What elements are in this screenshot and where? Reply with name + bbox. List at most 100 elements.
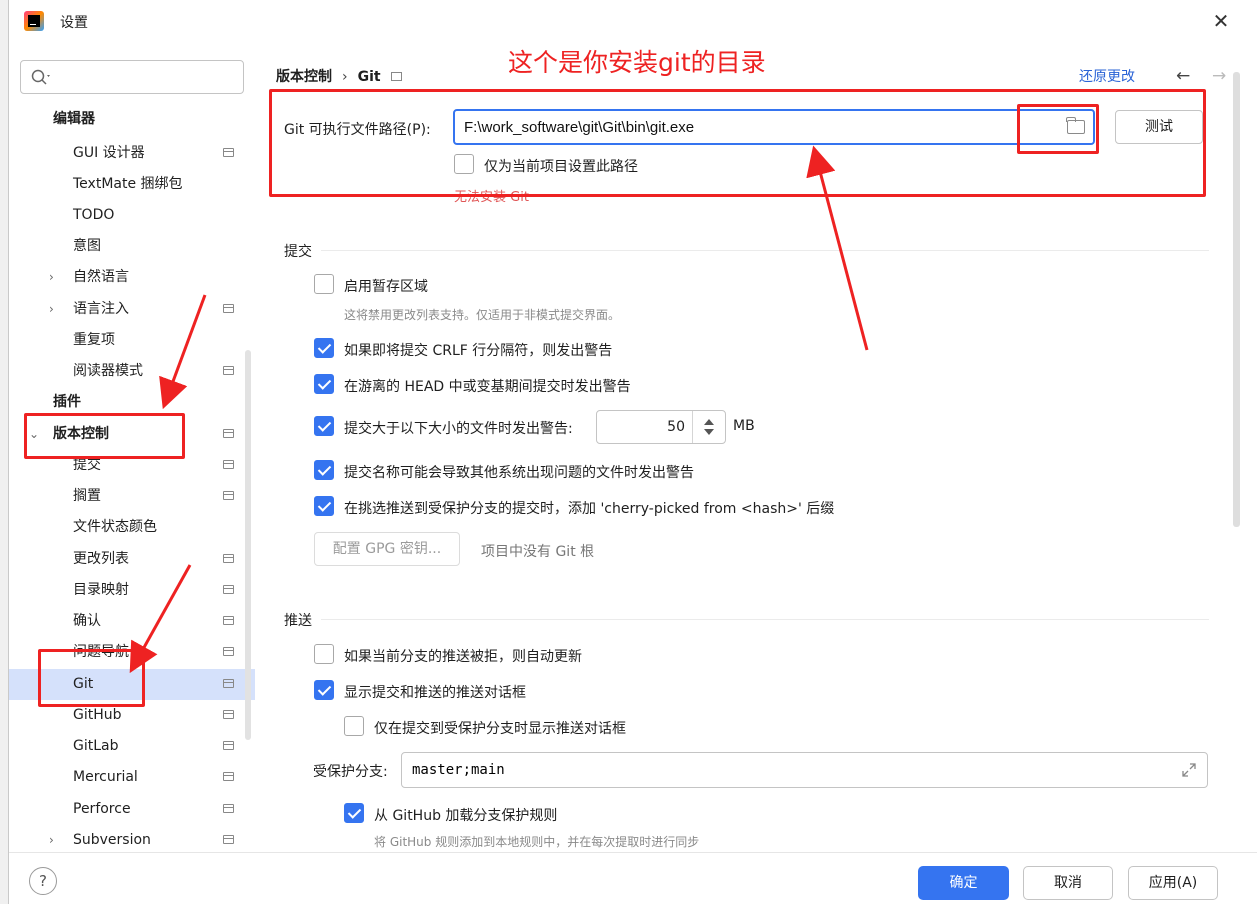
spinner-down-icon[interactable] (704, 429, 714, 435)
project-scope-icon (223, 148, 234, 157)
intellij-logo-icon (24, 11, 44, 31)
help-icon[interactable]: ? (29, 867, 57, 895)
spinner-value[interactable]: 50 (667, 419, 685, 435)
tree-item-directory-mappings[interactable]: 目录映射 (9, 575, 255, 606)
arrow-right-icon[interactable]: → (1212, 66, 1226, 86)
load-github-rules-label: 从 GitHub 加载分支保护规则 (374, 808, 558, 824)
chevron-right-icon[interactable]: › (49, 294, 54, 325)
large-file-checkbox[interactable] (314, 416, 334, 436)
settings-search-input[interactable] (61, 67, 231, 87)
git-path-field[interactable] (453, 109, 1095, 145)
tree-item-github[interactable]: GitHub (9, 700, 255, 731)
staging-area-checkbox[interactable] (314, 274, 334, 294)
project-scope-icon (223, 616, 234, 625)
project-scope-icon (223, 741, 234, 750)
push-section-title: 推送 (284, 613, 312, 629)
spinner-up-icon[interactable] (704, 419, 714, 425)
chevron-down-icon[interactable]: ⌄ (29, 419, 39, 450)
project-scope-icon (223, 554, 234, 563)
tree-item-shelf[interactable]: 搁置 (9, 481, 255, 512)
tree-item-changelists[interactable]: 更改列表 (9, 544, 255, 575)
git-path-label: Git 可执行文件路径(P): (284, 122, 431, 138)
detached-head-label: 在游离的 HEAD 中或变基期间提交时发出警告 (344, 379, 631, 395)
tree-item-gitlab[interactable]: GitLab (9, 731, 255, 762)
tree-item-mercurial[interactable]: Mercurial (9, 762, 255, 793)
spinner-arrows[interactable] (692, 411, 725, 443)
ok-button[interactable]: 确定 (918, 866, 1009, 900)
tree-item-label: 提交 (73, 457, 101, 473)
large-file-size-spinner[interactable]: 50 (596, 410, 726, 444)
auto-update-label: 如果当前分支的推送被拒，则自动更新 (344, 649, 582, 665)
configure-gpg-button[interactable]: 配置 GPG 密钥... (314, 532, 460, 566)
crlf-warning-label: 如果即将提交 CRLF 行分隔符，则发出警告 (344, 343, 613, 359)
settings-search-box[interactable] (20, 60, 244, 94)
large-file-label: 提交大于以下大小的文件时发出警告: (344, 421, 573, 437)
project-scope-icon (223, 772, 234, 781)
window-title: 设置 (60, 15, 88, 31)
close-icon[interactable]: ✕ (1210, 10, 1232, 32)
tree-item-intentions[interactable]: 意图 (9, 231, 255, 262)
breadcrumb-separator: › (342, 69, 348, 85)
tree-item-label: 重复项 (73, 332, 115, 348)
git-path-input[interactable] (464, 117, 1024, 137)
tree-item-plugins[interactable]: 插件 (9, 387, 255, 418)
tree-item-label: Mercurial (73, 769, 138, 785)
tree-item-todo[interactable]: TODO (9, 200, 255, 231)
project-scope-icon (223, 585, 234, 594)
breadcrumb-current: Git (357, 69, 381, 85)
tree-item-duplicates[interactable]: 重复项 (9, 325, 255, 356)
project-scope-icon (223, 679, 234, 688)
tree-item-editor[interactable]: 编辑器 (9, 104, 255, 135)
title-bar: 设置 ✕ (9, 0, 1257, 42)
tree-item-reader-mode[interactable]: 阅读器模式 (9, 356, 255, 387)
tree-item-issue-navigation[interactable]: 问题导航 (9, 637, 255, 668)
tree-item-label: TextMate 捆绑包 (73, 176, 183, 192)
tree-item-label: 目录映射 (73, 582, 129, 598)
chevron-right-icon[interactable]: › (49, 262, 54, 293)
load-github-rules-checkbox[interactable] (344, 803, 364, 823)
cancel-button[interactable]: 取消 (1023, 866, 1113, 900)
tree-item-commit[interactable]: 提交 (9, 450, 255, 481)
staging-area-label: 启用暂存区域 (344, 279, 428, 295)
apply-button[interactable]: 应用(A) (1128, 866, 1218, 900)
breadcrumb-parent[interactable]: 版本控制 (276, 69, 332, 85)
auto-update-checkbox[interactable] (314, 644, 334, 664)
project-only-checkbox[interactable] (454, 154, 474, 174)
cherry-pick-checkbox[interactable] (314, 496, 334, 516)
tree-item-gui-designer[interactable]: GUI 设计器 (9, 138, 255, 169)
protected-branches-field[interactable] (401, 752, 1208, 788)
tree-item-label: 文件状态颜色 (73, 519, 157, 535)
tree-item-confirmation[interactable]: 确认 (9, 606, 255, 637)
section-divider (321, 250, 1209, 251)
revert-changes-link[interactable]: 还原更改 (1079, 66, 1135, 86)
tree-item-perforce[interactable]: Perforce (9, 794, 255, 825)
tree-item-git[interactable]: Git (9, 669, 255, 700)
project-scope-icon (390, 71, 402, 81)
detached-head-checkbox[interactable] (314, 374, 334, 394)
content-scrollbar[interactable] (1233, 72, 1240, 527)
cherry-pick-label: 在挑选推送到受保护分支的提交时，添加 'cherry-picked from <… (344, 501, 835, 517)
tree-item-version-control[interactable]: ⌄ 版本控制 (9, 419, 255, 450)
tree-item-label: 语言注入 (73, 301, 129, 317)
tree-item-natural-languages[interactable]: › 自然语言 (9, 262, 255, 293)
project-scope-icon (223, 429, 234, 438)
folder-icon[interactable] (1066, 117, 1085, 134)
annotation-text: 这个是你安装git的目录 (508, 48, 766, 77)
tree-item-textmate[interactable]: TextMate 捆绑包 (9, 169, 255, 200)
expand-icon[interactable] (1181, 762, 1197, 778)
bad-filenames-checkbox[interactable] (314, 460, 334, 480)
tree-item-language-injections[interactable]: › 语言注入 (9, 294, 255, 325)
tree-item-label: 问题导航 (73, 644, 129, 660)
crlf-warning-checkbox[interactable] (314, 338, 334, 358)
project-scope-icon (223, 491, 234, 500)
protected-branches-input[interactable] (412, 760, 1152, 780)
protected-only-dialog-label: 仅在提交到受保护分支时显示推送对话框 (374, 721, 626, 737)
show-push-dialog-checkbox[interactable] (314, 680, 334, 700)
no-git-root-text: 项目中没有 Git 根 (481, 544, 595, 560)
test-button[interactable]: 测试 (1115, 110, 1203, 144)
sidebar-scrollbar[interactable] (245, 350, 251, 740)
arrow-left-icon[interactable]: ← (1176, 66, 1190, 86)
protected-only-dialog-checkbox[interactable] (344, 716, 364, 736)
tree-item-file-status-colors[interactable]: 文件状态颜色 (9, 512, 255, 543)
project-scope-icon (223, 647, 234, 656)
